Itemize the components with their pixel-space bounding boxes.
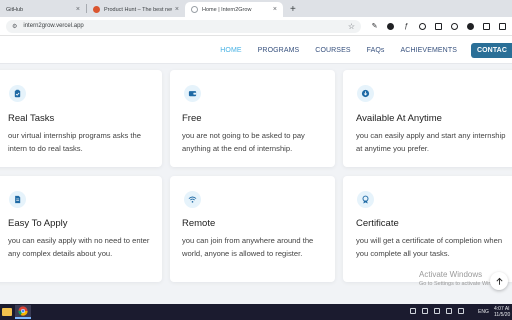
- tab-close-icon[interactable]: ×: [175, 6, 179, 13]
- document-icon: [9, 191, 26, 208]
- feature-title: Available At Anytime: [356, 113, 442, 124]
- feature-title: Certificate: [356, 218, 399, 229]
- feature-card-available-anytime: Available At Anytime you can easily appl…: [343, 70, 512, 167]
- feature-title: Real Tasks: [8, 113, 55, 124]
- feature-title: Remote: [182, 218, 216, 229]
- tray-app-icon[interactable]: [422, 308, 428, 314]
- arrow-up-icon: [495, 277, 503, 285]
- puzzle-extensions-icon[interactable]: [483, 22, 490, 30]
- feature-title: Easy To Apply: [8, 218, 68, 229]
- contact-button[interactable]: CONTAC: [470, 42, 512, 58]
- browser-toolbar: ⚙ intern2grow.vercel.app ☆ ✎ ƒ: [0, 17, 512, 36]
- windows-taskbar: ENG 4:07 AI 11/5/20: [0, 304, 512, 320]
- product-hunt-icon: [93, 6, 100, 13]
- grammar-extension-icon[interactable]: [451, 22, 458, 30]
- download-icon: [357, 85, 374, 102]
- wifi-icon: [184, 191, 201, 208]
- feature-description: you can easily apply and start any inter…: [356, 131, 506, 153]
- feature-card-easy-to-apply: Easy To Apply you can easily apply with …: [0, 176, 162, 282]
- nav-programs[interactable]: PROGRAMS: [258, 47, 300, 54]
- feature-description: you can easily apply with no need to ent…: [8, 236, 150, 258]
- feature-description: you are not going to be asked to pay any…: [182, 131, 305, 153]
- clipboard-icon: [9, 85, 26, 102]
- tab-product-hunt[interactable]: Product Hunt – The best new ... ×: [87, 2, 185, 17]
- feature-description: you can join from anywhere around the wo…: [182, 236, 314, 258]
- tab-title: Product Hunt – The best new ...: [104, 6, 172, 13]
- camera-extension-icon[interactable]: [435, 22, 442, 30]
- bookmark-star-icon[interactable]: ☆: [348, 22, 355, 31]
- dark-extension-icon[interactable]: [387, 22, 394, 30]
- address-bar[interactable]: ⚙ intern2grow.vercel.app ☆: [6, 19, 361, 33]
- main-nav: HOME PROGRAMS COURSES FAQs ACHIEVEMENTS …: [204, 36, 512, 64]
- feature-description: our virtual internship programs asks the…: [8, 131, 141, 153]
- formula-extension-icon[interactable]: ƒ: [403, 23, 410, 30]
- features-section: Real Tasks our virtual internship progra…: [0, 64, 512, 304]
- tray-volume-icon[interactable]: [458, 308, 464, 314]
- chrome-icon: [18, 306, 28, 316]
- chrome-taskbar-button[interactable]: [15, 305, 31, 319]
- intern2grow-favicon-icon: [191, 6, 198, 13]
- site-header: HOME PROGRAMS COURSES FAQs ACHIEVEMENTS …: [0, 36, 512, 64]
- tab-intern2grow[interactable]: Home | Intern2Grow ×: [185, 2, 283, 17]
- pen-extension-icon[interactable]: ✎: [371, 23, 378, 30]
- extensions-area: ✎ ƒ: [371, 22, 506, 30]
- tray-chevron-icon[interactable]: [410, 308, 416, 314]
- feature-card-free: Free you are not going to be asked to pa…: [170, 70, 335, 167]
- tab-github[interactable]: GitHub ×: [0, 2, 86, 17]
- tab-close-icon[interactable]: ×: [76, 6, 80, 13]
- new-tab-button[interactable]: +: [283, 2, 303, 17]
- tab-close-icon[interactable]: ×: [273, 6, 277, 13]
- file-explorer-icon[interactable]: [2, 308, 12, 316]
- language-indicator[interactable]: ENG: [478, 309, 489, 315]
- nav-faqs[interactable]: FAQs: [367, 47, 385, 54]
- feature-description: you will get a certificate of completion…: [356, 236, 503, 258]
- tab-title: GitHub: [6, 6, 24, 13]
- browser-tab-strip: GitHub × Product Hunt – The best new ...…: [0, 0, 512, 17]
- scroll-to-top-button[interactable]: [490, 272, 508, 290]
- circle-extension-icon[interactable]: [467, 22, 474, 30]
- side-panel-icon[interactable]: [499, 22, 506, 30]
- feature-title: Free: [182, 113, 202, 124]
- nav-achievements[interactable]: ACHIEVEMENTS: [401, 47, 457, 54]
- feature-card-remote: Remote you can join from anywhere around…: [170, 176, 335, 282]
- clock-date: 11/5/20: [494, 312, 511, 318]
- tray-battery-icon[interactable]: [434, 308, 440, 314]
- feature-card-certificate: Certificate you will get a certificate o…: [343, 176, 512, 282]
- nav-courses[interactable]: COURSES: [315, 47, 350, 54]
- tab-title: Home | Intern2Grow: [202, 6, 252, 13]
- site-info-icon[interactable]: ⚙: [12, 23, 17, 30]
- nav-home[interactable]: HOME: [220, 47, 241, 54]
- wallet-icon: [184, 85, 201, 102]
- award-icon: [357, 191, 374, 208]
- url-text: intern2grow.vercel.app: [23, 23, 84, 29]
- system-tray: [410, 308, 464, 314]
- tray-wifi-icon[interactable]: [446, 308, 452, 314]
- refresh-extension-icon[interactable]: [419, 22, 426, 30]
- taskbar-clock[interactable]: 4:07 AI 11/5/20: [494, 306, 510, 318]
- feature-card-real-tasks: Real Tasks our virtual internship progra…: [0, 70, 162, 167]
